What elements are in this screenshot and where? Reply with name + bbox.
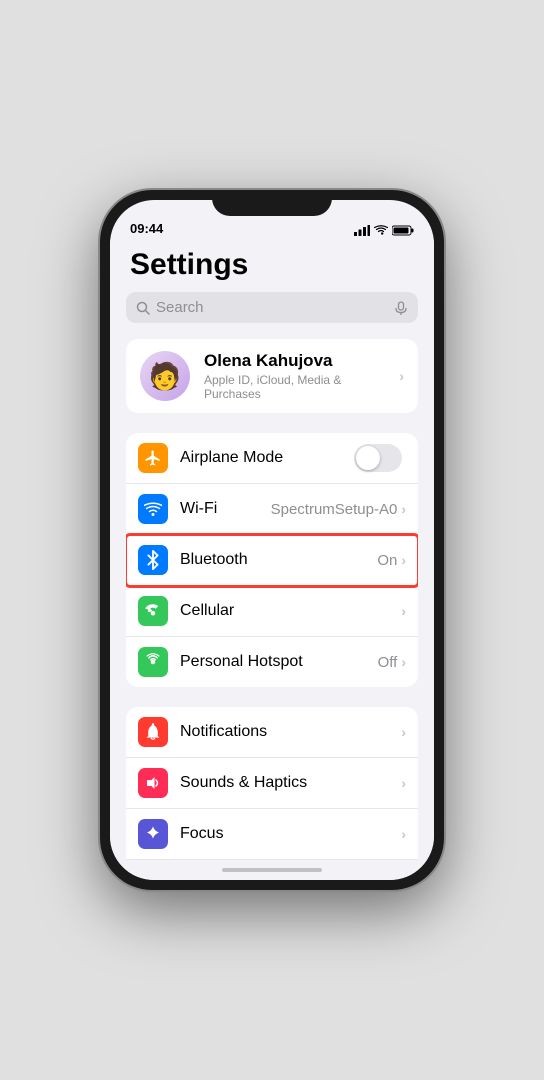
bluetooth-svg	[146, 550, 160, 570]
personal-hotspot-row[interactable]: Personal Hotspot Off ›	[126, 637, 418, 687]
signal-icon	[354, 225, 370, 236]
phone-screen: 09:44	[110, 200, 434, 880]
focus-chevron: ›	[401, 826, 406, 842]
wifi-value: SpectrumSetup-A0	[271, 501, 398, 518]
status-icons	[354, 225, 414, 236]
notifications-icon	[138, 717, 168, 747]
settings-screen: Settings Search 🧑 Olena Kahujova	[110, 240, 434, 860]
bluetooth-row[interactable]: Bluetooth On ›	[126, 535, 418, 586]
search-placeholder: Search	[156, 299, 388, 316]
hotspot-label: Personal Hotspot	[180, 653, 378, 671]
hotspot-chevron: ›	[401, 654, 406, 670]
wifi-icon	[138, 494, 168, 524]
sounds-label: Sounds & Haptics	[180, 774, 401, 792]
connectivity-group: Airplane Mode Wi-Fi	[126, 433, 418, 687]
bluetooth-icon	[138, 545, 168, 575]
cellular-chevron: ›	[401, 603, 406, 619]
airplane-svg	[144, 449, 162, 467]
status-time: 09:44	[130, 221, 163, 236]
notifications-row[interactable]: Notifications ›	[126, 707, 418, 758]
battery-status-icon	[392, 225, 414, 236]
search-icon	[136, 301, 150, 315]
apple-id-row[interactable]: 🧑 Olena Kahujova Apple ID, iCloud, Media…	[126, 339, 418, 413]
cellular-svg	[144, 602, 162, 620]
wifi-chevron: ›	[401, 501, 406, 517]
notifications-chevron: ›	[401, 724, 406, 740]
apple-id-info: Olena Kahujova Apple ID, iCloud, Media &…	[204, 351, 399, 401]
wifi-status-icon	[374, 225, 388, 236]
wifi-svg	[144, 502, 162, 516]
cellular-label: Cellular	[180, 602, 401, 620]
sounds-row[interactable]: Sounds & Haptics ›	[126, 758, 418, 809]
airplane-mode-row[interactable]: Airplane Mode	[126, 433, 418, 484]
avatar: 🧑	[140, 351, 190, 401]
home-bar	[222, 868, 322, 872]
airplane-mode-label: Airplane Mode	[180, 449, 354, 467]
search-bar[interactable]: Search	[126, 292, 418, 323]
home-indicator	[110, 860, 434, 880]
focus-icon	[138, 819, 168, 849]
apple-id-name: Olena Kahujova	[204, 351, 399, 371]
wifi-row[interactable]: Wi-Fi SpectrumSetup-A0 ›	[126, 484, 418, 535]
bluetooth-value: On	[377, 552, 397, 569]
bluetooth-label: Bluetooth	[180, 551, 377, 569]
focus-row[interactable]: Focus ›	[126, 809, 418, 860]
focus-svg	[144, 825, 162, 843]
notifications-svg	[145, 723, 161, 741]
apple-id-subtitle: Apple ID, iCloud, Media & Purchases	[204, 373, 399, 401]
airplane-mode-toggle[interactable]	[354, 444, 402, 472]
sounds-chevron: ›	[401, 775, 406, 791]
notifications-group: Notifications › Sounds & Haptics ›	[126, 707, 418, 860]
bluetooth-chevron: ›	[401, 552, 406, 568]
hotspot-value: Off	[378, 654, 398, 671]
sounds-svg	[144, 774, 162, 792]
airplane-mode-icon	[138, 443, 168, 473]
phone-frame: 09:44	[100, 190, 444, 890]
focus-label: Focus	[180, 825, 401, 843]
notifications-label: Notifications	[180, 723, 401, 741]
mic-icon	[394, 301, 408, 315]
hotspot-icon	[138, 647, 168, 677]
toggle-knob	[356, 446, 380, 470]
phone-notch	[212, 190, 332, 216]
apple-id-chevron: ›	[399, 368, 404, 384]
wifi-label: Wi-Fi	[180, 500, 271, 518]
hotspot-svg	[144, 653, 162, 671]
cellular-icon	[138, 596, 168, 626]
sounds-icon	[138, 768, 168, 798]
page-title: Settings	[110, 240, 434, 292]
cellular-row[interactable]: Cellular ›	[126, 586, 418, 637]
